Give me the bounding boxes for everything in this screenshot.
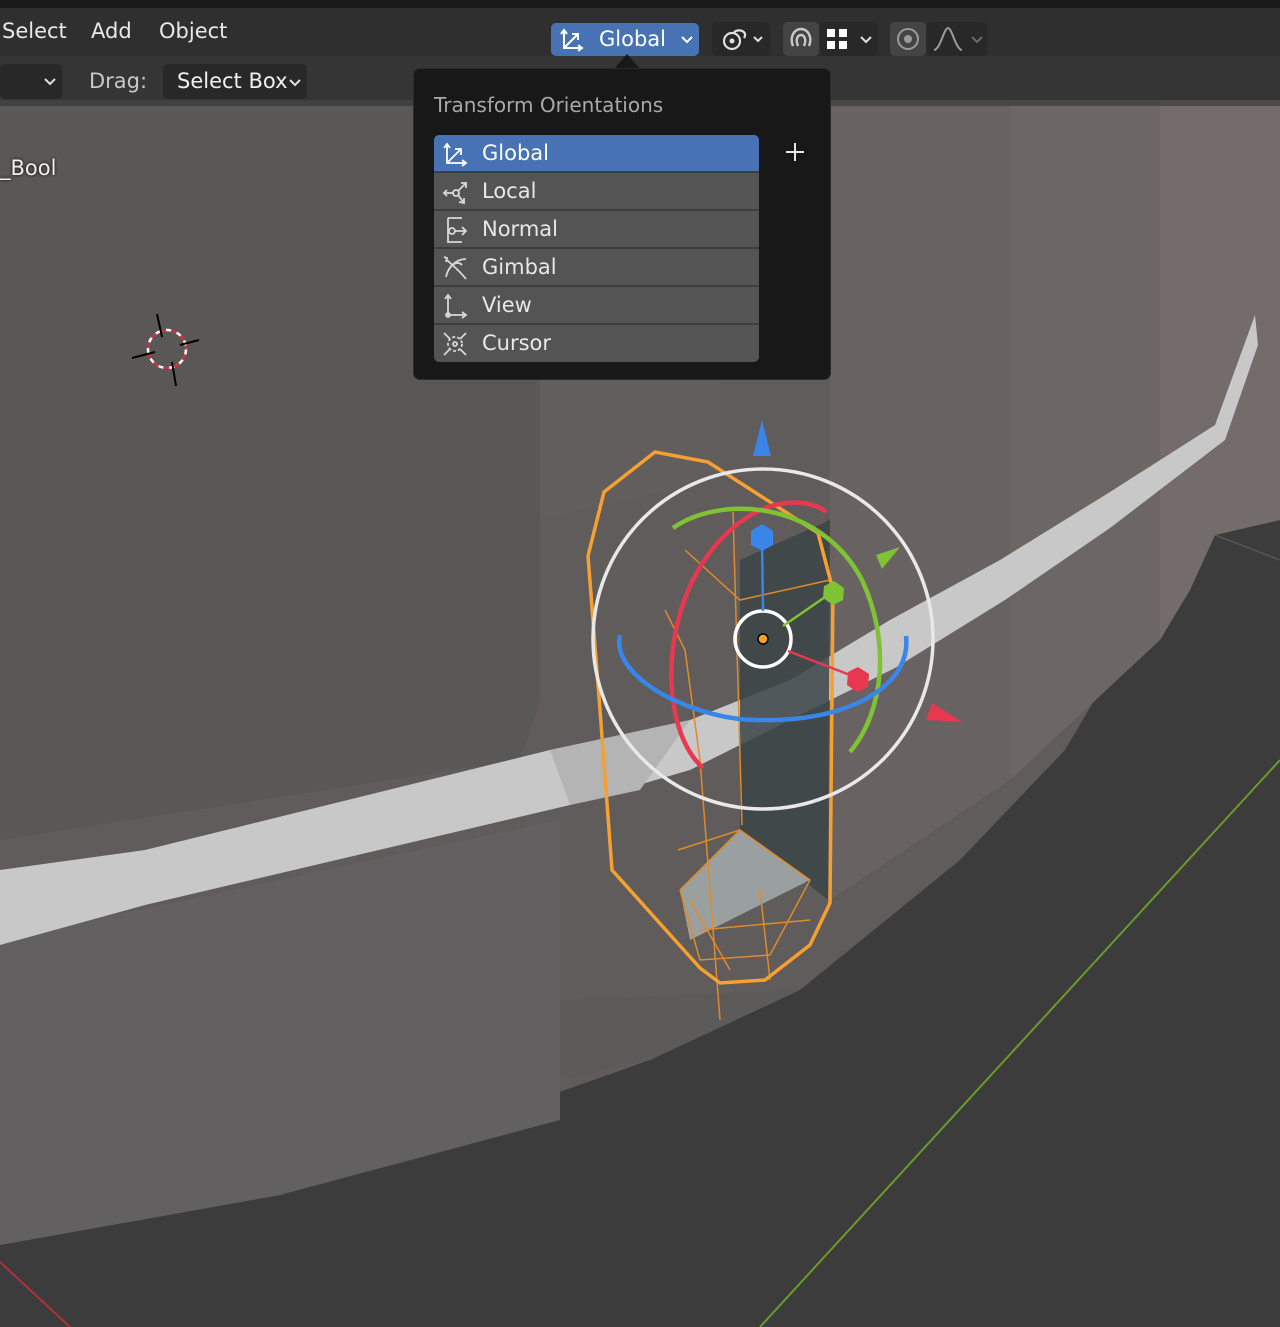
magnet-snap-icon (790, 27, 812, 47)
popover-pointer (614, 54, 640, 69)
pivot-point-icon (722, 29, 763, 51)
menu-object[interactable]: Object (159, 16, 227, 46)
viewport-header: Select Add Object Global (0, 8, 1280, 56)
orientation-item-normal[interactable]: Normal (434, 211, 759, 249)
drag-select-dropdown[interactable]: Select Box (163, 64, 307, 99)
orientation-label: Cursor (482, 331, 552, 355)
falloff-dropdown[interactable] (927, 22, 987, 56)
menu-add[interactable]: Add (91, 16, 132, 46)
orientation-label: View (482, 293, 532, 317)
transform-orientation-dropdown[interactable]: Global (551, 23, 699, 56)
top-strip (0, 0, 1280, 8)
orientation-label: Local (482, 179, 537, 203)
chevron-down-icon (681, 36, 693, 44)
plus-icon[interactable] (782, 139, 808, 165)
object-origin (757, 633, 769, 645)
popover-title: Transform Orientations (434, 93, 664, 117)
proportional-edit-icon (897, 28, 919, 50)
transform-orientations-popover: Transform Orientations Global Local Norm… (413, 68, 831, 380)
normal-axes-icon (447, 217, 468, 243)
snap-increment-icon (827, 29, 872, 49)
active-object-label: _Bool (0, 156, 57, 180)
orientation-label: Gimbal (482, 255, 557, 279)
orientation-label: Normal (482, 217, 558, 241)
orientation-item-view[interactable]: View (434, 287, 759, 325)
orientation-list: Global Local Normal Gimbal View Cursor (434, 135, 759, 362)
global-axes-icon (443, 142, 468, 167)
chevron-down-icon (44, 78, 56, 86)
gimbal-icon (443, 256, 467, 280)
orientation-item-gimbal[interactable]: Gimbal (434, 249, 759, 287)
drag-label: Drag: (89, 69, 148, 93)
global-axes-icon (560, 28, 584, 52)
snap-target-dropdown[interactable] (820, 22, 878, 56)
orientation-label: Global (482, 141, 549, 165)
drag-select-value: Select Box (177, 69, 288, 93)
mode-dropdown[interactable] (0, 64, 62, 99)
orientation-item-local[interactable]: Local (434, 173, 759, 211)
falloff-curve-icon (933, 26, 983, 51)
orientation-item-cursor[interactable]: Cursor (434, 325, 759, 362)
local-axes-icon (442, 182, 467, 205)
proportional-edit-toggle[interactable] (890, 22, 926, 56)
pivot-point-dropdown[interactable] (712, 22, 770, 56)
snap-toggle[interactable] (783, 22, 819, 56)
transform-orientation-value: Global (599, 27, 666, 51)
cursor-orientation-icon (443, 332, 467, 356)
menu-select[interactable]: Select (2, 16, 67, 46)
view-axes-icon (444, 293, 468, 319)
orientation-item-global[interactable]: Global (434, 135, 759, 173)
chevron-down-icon (289, 79, 301, 87)
